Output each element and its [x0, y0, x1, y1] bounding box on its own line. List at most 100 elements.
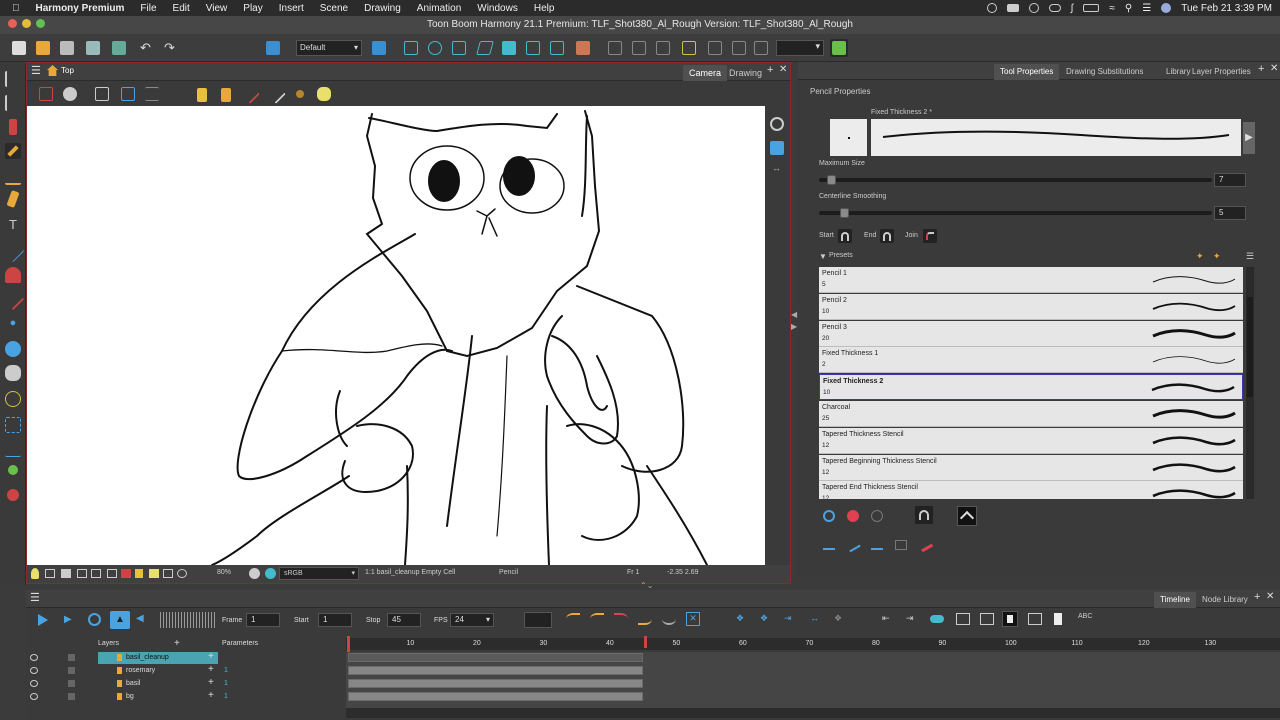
layer-row[interactable]: bg +1	[26, 690, 346, 703]
add-panel-icon[interactable]: +	[1258, 63, 1264, 75]
record-icon[interactable]	[1028, 3, 1039, 13]
keyframe-remove-icon[interactable]: ❖	[760, 613, 774, 627]
preset-arrow-icon[interactable]: ▶	[1243, 122, 1255, 154]
layer-row[interactable]: basil_cleanup +	[26, 651, 346, 664]
menu-play[interactable]: Play	[243, 3, 262, 14]
tab-drawing[interactable]: Drawing	[723, 65, 768, 81]
layer-name[interactable]: bg	[98, 691, 218, 703]
preset-item[interactable]: Pencil 2 10	[819, 293, 1243, 320]
start-cap-button[interactable]	[838, 229, 852, 243]
timeline-scale-icon[interactable]	[980, 613, 994, 625]
siri-icon[interactable]	[1161, 3, 1172, 13]
layer-name[interactable]: basil	[98, 678, 218, 690]
add-param-icon[interactable]: +	[208, 677, 214, 688]
max-size-slider[interactable]	[819, 178, 1212, 182]
tab-node-library[interactable]: Node Library	[1196, 592, 1254, 608]
preset-item[interactable]: Pencil 3 20	[819, 320, 1243, 347]
text-tool-icon[interactable]: ABC	[1078, 613, 1092, 627]
chevron-down-icon[interactable]: ▾	[486, 615, 490, 624]
home-icon[interactable]	[47, 65, 58, 76]
pivot-tool[interactable]: ●	[5, 317, 21, 333]
new-preset-icon[interactable]: ✦	[1196, 251, 1206, 261]
mute-button[interactable]: ◀	[136, 613, 150, 627]
guide-icon[interactable]	[77, 569, 87, 578]
play-selection-button[interactable]: ▶	[64, 614, 76, 626]
battery-icon[interactable]	[1083, 4, 1100, 12]
add-param-icon[interactable]: +	[208, 651, 214, 662]
transform-tool-button[interactable]	[500, 39, 518, 57]
brush-mode-button[interactable]	[240, 84, 260, 104]
pencil-edit-button[interactable]	[916, 535, 934, 553]
expand-icon[interactable]: ↔	[772, 163, 781, 173]
cell-track[interactable]	[348, 692, 644, 701]
pencil-template-button[interactable]	[895, 540, 907, 550]
lock-layer-icon[interactable]	[68, 654, 75, 661]
bluetooth-icon[interactable]: ∫	[1071, 3, 1074, 14]
tab-layer-properties[interactable]: Layer Properties	[1186, 64, 1257, 80]
render-button[interactable]	[264, 39, 282, 57]
preset-item[interactable]: Pencil 1 5	[819, 267, 1243, 293]
center-button[interactable]	[706, 39, 724, 57]
camera-view-icon[interactable]	[770, 117, 784, 131]
snap-toggle[interactable]	[37, 85, 55, 103]
redo-button[interactable]: ↷	[162, 39, 180, 57]
contour-editor-tool[interactable]	[5, 95, 21, 111]
dropper-tool[interactable]	[1, 287, 25, 311]
extend-exposure-icon[interactable]	[956, 613, 970, 625]
select-tool[interactable]	[5, 71, 21, 87]
tab-drawing-substitutions[interactable]: Drawing Substitutions	[1060, 64, 1149, 80]
onion-tool[interactable]	[5, 391, 21, 407]
brush-status-icon[interactable]	[163, 569, 173, 578]
snap-button[interactable]	[730, 39, 748, 57]
lock-kf-icon[interactable]: ❖	[834, 613, 848, 627]
app-menu[interactable]: Harmony Premium	[36, 3, 125, 14]
collapse-icon[interactable]: ⌃⌄	[640, 581, 653, 590]
scroll-thumb[interactable]	[1247, 297, 1253, 397]
zoom-value[interactable]: 80%	[217, 569, 231, 576]
workspace-select[interactable]: Default ▾	[296, 40, 362, 56]
layer-name[interactable]: rosemary	[98, 665, 218, 677]
ease-select[interactable]	[524, 612, 552, 628]
scale-tool-button[interactable]	[450, 39, 468, 57]
close-window-button[interactable]	[8, 19, 17, 28]
line-button[interactable]	[845, 537, 861, 553]
preset-item[interactable]: Charcoal 25	[819, 401, 1243, 427]
menu-help[interactable]: Help	[534, 3, 555, 14]
view-mode-icon[interactable]	[45, 569, 55, 578]
import-button[interactable]	[110, 39, 128, 57]
rotate-tool-button[interactable]	[426, 39, 444, 57]
new-scene-button[interactable]	[10, 39, 28, 57]
close-icon[interactable]: ✕	[1266, 591, 1274, 602]
grid-toggle[interactable]	[93, 85, 111, 103]
layer-row[interactable]: rosemary +1	[26, 664, 346, 677]
tab-camera[interactable]: Camera	[683, 65, 728, 81]
preset-item[interactable]: Tapered Thickness Stencil 12	[819, 427, 1243, 454]
skew-tool-button[interactable]	[476, 39, 494, 57]
menu-insert[interactable]: Insert	[279, 3, 304, 14]
cell-track[interactable]	[348, 653, 644, 662]
ease-both-icon[interactable]	[614, 613, 628, 625]
undo-button[interactable]: ↶	[138, 39, 156, 57]
layer-name[interactable]: basil_cleanup	[98, 652, 218, 664]
end-cap-button[interactable]	[880, 229, 894, 243]
max-size-input[interactable]: 7	[1214, 173, 1246, 187]
inverse-kinematics-button[interactable]	[574, 39, 592, 57]
color-wheel-icon[interactable]	[249, 568, 260, 579]
save-button[interactable]	[58, 39, 76, 57]
collapse-button[interactable]	[1028, 613, 1042, 625]
colorspace-select[interactable]: sRGB ▾	[279, 567, 359, 580]
cells-area[interactable]	[346, 652, 1280, 708]
start-input[interactable]: 1	[318, 613, 352, 627]
add-layer-icon[interactable]: +	[174, 638, 180, 649]
wave-icon[interactable]	[662, 613, 676, 625]
menu-icon[interactable]: ☰	[31, 64, 41, 77]
max-size-knob[interactable]	[827, 175, 836, 185]
auto-close-button[interactable]	[957, 506, 977, 526]
kf-next-icon[interactable]: ⇥	[906, 613, 920, 627]
stroke-button[interactable]	[266, 84, 286, 104]
sound-button[interactable]: ▲	[110, 611, 130, 629]
minimize-window-button[interactable]	[22, 19, 31, 28]
maximize-window-button[interactable]	[36, 19, 45, 28]
ease-in-icon[interactable]	[566, 613, 580, 625]
grid-button[interactable]	[752, 39, 770, 57]
